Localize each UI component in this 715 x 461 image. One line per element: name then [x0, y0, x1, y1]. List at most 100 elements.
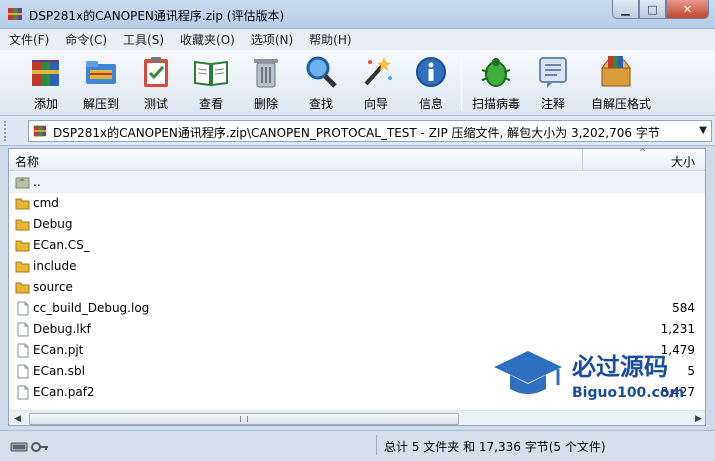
trash-can-icon: [254, 59, 278, 88]
scroll-left-icon[interactable]: ◀: [9, 411, 26, 425]
view-button[interactable]: 查看: [186, 54, 236, 112]
menu-tools[interactable]: 工具(S): [123, 31, 164, 48]
file-name: cmd: [33, 196, 59, 210]
winrar-icon: [8, 8, 22, 20]
file-name: include: [33, 259, 77, 273]
address-path: DSP281x的CANOPEN通讯程序.zip\CANOPEN_PROTOCAL…: [53, 126, 660, 140]
info-button[interactable]: 信息: [406, 54, 456, 112]
add-button[interactable]: 添加: [21, 54, 71, 112]
file-icon: [15, 385, 30, 400]
file-row[interactable]: ..: [9, 172, 705, 193]
extract-to-label: 解压到: [82, 97, 119, 111]
open-book-icon: [194, 60, 228, 87]
address-grip[interactable]: [4, 121, 8, 141]
find-label: 查找: [308, 97, 333, 111]
comment-label: 注释: [540, 97, 565, 111]
file-row[interactable]: Debug: [9, 214, 705, 235]
archive-box-icon: [601, 56, 631, 87]
column-size-header[interactable]: 大小: [671, 153, 695, 170]
file-name: ECan.sbl: [33, 364, 85, 378]
status-separator: [376, 435, 377, 455]
wizard-button[interactable]: 向导: [351, 54, 401, 112]
file-row[interactable]: include: [9, 256, 705, 277]
scrollbar-thumb[interactable]: [29, 413, 459, 425]
menu-options[interactable]: 选项(N): [251, 31, 293, 48]
list-header: 名称 ^ 大小: [9, 148, 705, 171]
grip-icon: [240, 416, 248, 422]
maximize-icon: □: [647, 2, 658, 16]
folder-icon: [15, 238, 30, 253]
menu-favorites[interactable]: 收藏夹(O): [180, 31, 235, 48]
file-row[interactable]: source: [9, 277, 705, 298]
file-name: ECan.pjt: [33, 343, 84, 357]
address-field[interactable]: DSP281x的CANOPEN通讯程序.zip\CANOPEN_PROTOCAL…: [28, 120, 712, 142]
column-divider[interactable]: [582, 149, 583, 171]
comment-button[interactable]: 注释: [528, 54, 578, 112]
add-label: 添加: [33, 97, 58, 111]
column-name-header[interactable]: 名称: [15, 153, 39, 170]
sort-arrow-icon: ^: [639, 148, 647, 158]
extract-folder-icon: [86, 61, 116, 84]
horizontal-scrollbar[interactable]: ◀ ▶: [9, 410, 705, 425]
scroll-right-icon[interactable]: ▶: [690, 411, 705, 425]
file-size: 584: [672, 301, 695, 315]
menu-bar: 文件(F) 命令(C) 工具(S) 收藏夹(O) 选项(N) 帮助(H): [0, 29, 715, 50]
extract-to-button[interactable]: 解压到: [76, 54, 126, 112]
view-label: 查看: [198, 97, 223, 111]
watermark-logo: 必过源码 Biguo100.com: [494, 351, 684, 401]
file-row[interactable]: Debug.lkf 1,231: [9, 319, 705, 340]
parent-folder-icon: [15, 175, 30, 190]
menu-file[interactable]: 文件(F): [9, 31, 49, 48]
file-name: cc_build_Debug.log: [33, 301, 150, 315]
file-row[interactable]: cc_build_Debug.log 584: [9, 298, 705, 319]
menu-help[interactable]: 帮助(H): [309, 31, 351, 48]
wizard-label: 向导: [363, 97, 388, 111]
drive-key-icon: [10, 442, 48, 452]
toolbar-separator: [461, 56, 462, 110]
folder-icon: [15, 280, 30, 295]
info-label: 信息: [418, 97, 443, 111]
watermark-url: Biguo100.com: [572, 385, 684, 401]
maximize-button[interactable]: □: [639, 0, 666, 19]
test-button[interactable]: 测试: [131, 54, 181, 112]
virus-scan-label: 扫描病毒: [471, 97, 520, 111]
watermark-brand: 必过源码: [572, 353, 668, 381]
file-name: Debug: [33, 217, 73, 231]
virus-scan-button[interactable]: 扫描病毒: [471, 54, 521, 112]
file-row[interactable]: cmd: [9, 193, 705, 214]
file-name: Debug.lkf: [33, 322, 91, 336]
address-bar: DSP281x的CANOPEN通讯程序.zip\CANOPEN_PROTOCAL…: [0, 116, 715, 146]
chevron-down-icon[interactable]: ▼: [699, 125, 707, 136]
file-row[interactable]: ECan.CS_: [9, 235, 705, 256]
menu-commands[interactable]: 命令(C): [65, 31, 107, 48]
minimize-button[interactable]: ▁: [612, 0, 639, 19]
title-bar: DSP281x的CANOPEN通讯程序.zip (评估版本) ▁ □ ✕: [0, 0, 715, 29]
comment-note-icon: [539, 57, 567, 88]
find-button[interactable]: 查找: [296, 54, 346, 112]
close-button[interactable]: ✕: [666, 0, 709, 19]
delete-label: 删除: [253, 97, 278, 111]
sfx-button[interactable]: 自解压格式: [591, 54, 651, 112]
delete-button[interactable]: 删除: [241, 54, 291, 112]
books-stack-icon: [32, 60, 59, 86]
file-size: 1,231: [660, 322, 695, 336]
file-name: ..: [33, 175, 41, 189]
window-title: DSP281x的CANOPEN通讯程序.zip (评估版本): [29, 9, 285, 23]
info-icon: [416, 57, 446, 87]
file-icon: [15, 322, 30, 337]
file-name: source: [33, 280, 73, 294]
file-icon: [15, 343, 30, 358]
minimize-icon: ▁: [621, 2, 630, 16]
magic-wand-icon: [364, 57, 392, 86]
toolbar: 添加 解压到 测试 查看 删除 查找 向导 信息 扫描病毒 注释 自解压格式: [0, 50, 715, 116]
clipboard-check-icon: [144, 57, 168, 87]
status-summary: 总计 5 文件夹 和 17,336 字节(5 个文件): [384, 440, 606, 454]
folder-icon: [15, 217, 30, 232]
magnifier-icon: [306, 56, 337, 88]
folder-icon: [15, 259, 30, 274]
file-icon: [15, 364, 30, 379]
status-bar: 总计 5 文件夹 和 17,336 字节(5 个文件): [0, 430, 715, 461]
file-name: ECan.CS_: [33, 238, 90, 252]
archive-icon: [33, 125, 47, 137]
test-label: 测试: [143, 97, 168, 111]
